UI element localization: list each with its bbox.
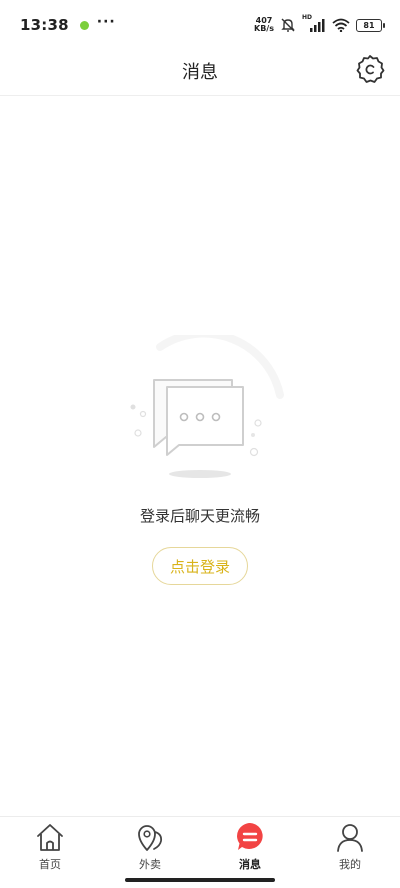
header: 消息: [0, 50, 400, 96]
status-icons: 407 KB/s HD 81: [254, 14, 385, 33]
wifi-icon: [332, 18, 350, 32]
network-speed-unit: KB/s: [254, 24, 274, 33]
battery-level: 81: [363, 20, 375, 30]
battery-icon: 81: [356, 18, 385, 32]
tab-home[interactable]: 首页: [0, 817, 100, 888]
status-time: 13:38: [20, 16, 69, 34]
tab-label: 外卖: [139, 858, 161, 871]
login-button[interactable]: 点击登录: [152, 547, 248, 585]
status-bar: 13:38 ··· 407 KB/s HD 81: [0, 0, 400, 50]
network-speed: 407 KB/s: [254, 17, 274, 33]
signal-icon: HD: [302, 14, 326, 32]
message-icon: [234, 821, 266, 853]
home-icon: [34, 821, 66, 853]
gear-icon: [356, 55, 385, 83]
home-indicator[interactable]: [125, 878, 275, 882]
empty-state-message: 登录后聊天更流畅: [139, 507, 260, 525]
settings-button[interactable]: [354, 53, 386, 85]
location-pin-icon: [134, 821, 166, 853]
tab-label: 消息: [239, 858, 261, 871]
more-notifications-icon: ···: [96, 14, 116, 30]
page-title: 消息: [182, 62, 218, 83]
mute-bell-icon: [280, 17, 296, 33]
hd-label: HD: [301, 13, 312, 21]
notification-dot-icon: [79, 20, 89, 30]
tab-label: 首页: [39, 858, 61, 871]
tab-profile[interactable]: 我的: [300, 817, 400, 888]
empty-chat-illustration: [130, 335, 284, 478]
person-icon: [334, 821, 366, 853]
tab-label: 我的: [339, 858, 361, 871]
